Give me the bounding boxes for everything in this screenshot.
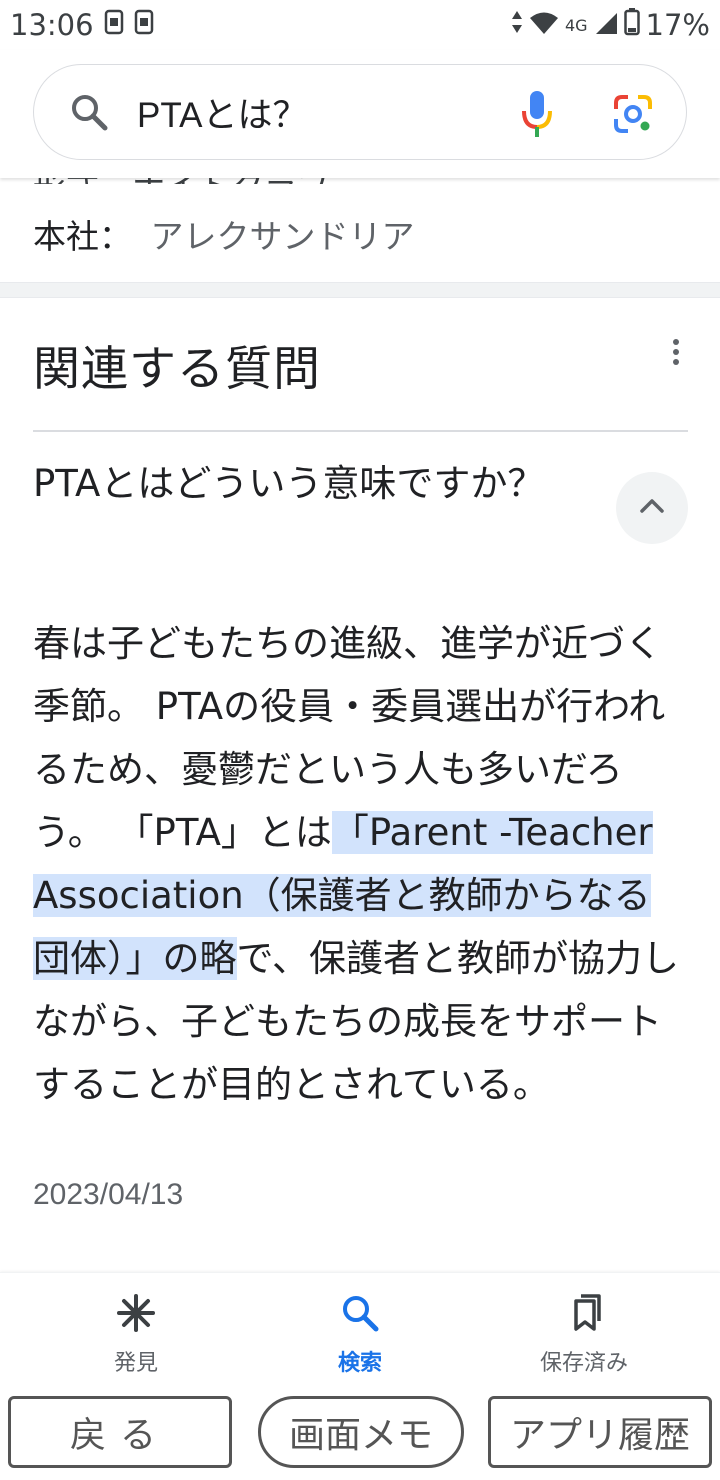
nav-saved[interactable]: 保存済み xyxy=(504,1293,664,1377)
status-time: 13:06 xyxy=(10,8,94,42)
signal-icon xyxy=(594,8,618,42)
nav-discover-label: 発見 xyxy=(113,1351,158,1376)
status-right: 4G 17% xyxy=(511,7,710,43)
nav-search-label: 検索 xyxy=(337,1351,382,1376)
search-icon[interactable] xyxy=(68,91,110,133)
app-history-button[interactable]: アプリ履歴 xyxy=(488,1396,712,1468)
nav-search[interactable]: 検索 xyxy=(280,1293,440,1377)
battery-icon xyxy=(623,7,640,43)
mic-icon[interactable] xyxy=(519,89,555,139)
back-button[interactable]: 戻る xyxy=(8,1396,232,1468)
search-box[interactable]: PTAとは？ xyxy=(33,64,687,160)
section-divider xyxy=(0,282,720,298)
system-button-bar: 戻る 画面メモ アプリ履歴 xyxy=(0,1390,720,1480)
bottom-navigation: 発見 検索 保存済み xyxy=(0,1272,720,1390)
network-type: 4G xyxy=(564,15,588,35)
knowledge-panel-headquarters: 本社： アレクサンドリア xyxy=(33,210,415,258)
search-header: PTAとは？ xyxy=(0,50,720,178)
nav-saved-label: 保存済み xyxy=(539,1351,628,1376)
status-bar: 13:06 4G 17% xyxy=(0,0,720,50)
data-arrows-icon xyxy=(511,8,523,42)
related-question[interactable]: PTAとはどういう意味ですか？ xyxy=(33,458,553,510)
answer-date: 2023/04/13 xyxy=(33,1178,184,1211)
lens-camera-icon[interactable] xyxy=(612,93,654,135)
notification-icon xyxy=(134,8,154,43)
search-icon xyxy=(340,1293,380,1337)
headquarters-value[interactable]: アレクサンドリア xyxy=(151,217,415,256)
asterisk-icon xyxy=(116,1293,156,1337)
chevron-up-icon xyxy=(639,498,665,518)
notification-icon xyxy=(104,8,124,43)
status-left: 13:06 xyxy=(10,8,154,43)
answer-snippet: 春は子どもたちの進級、進学が近づく季節。 PTAの役員・委員選出が行われるため、… xyxy=(33,612,683,1116)
battery-level: 17% xyxy=(645,8,710,42)
more-vert-icon[interactable] xyxy=(668,338,684,368)
wifi-icon xyxy=(529,8,559,42)
collapse-button[interactable] xyxy=(616,472,688,544)
screen-memo-button[interactable]: 画面メモ xyxy=(258,1396,464,1468)
nav-discover[interactable]: 発見 xyxy=(56,1293,216,1377)
headquarters-label: 本社： xyxy=(33,217,132,256)
divider xyxy=(33,430,688,432)
bookmarks-icon xyxy=(564,1293,604,1337)
search-input[interactable]: PTAとは？ xyxy=(137,87,307,138)
related-questions-title: 関連する質問 xyxy=(33,342,321,397)
